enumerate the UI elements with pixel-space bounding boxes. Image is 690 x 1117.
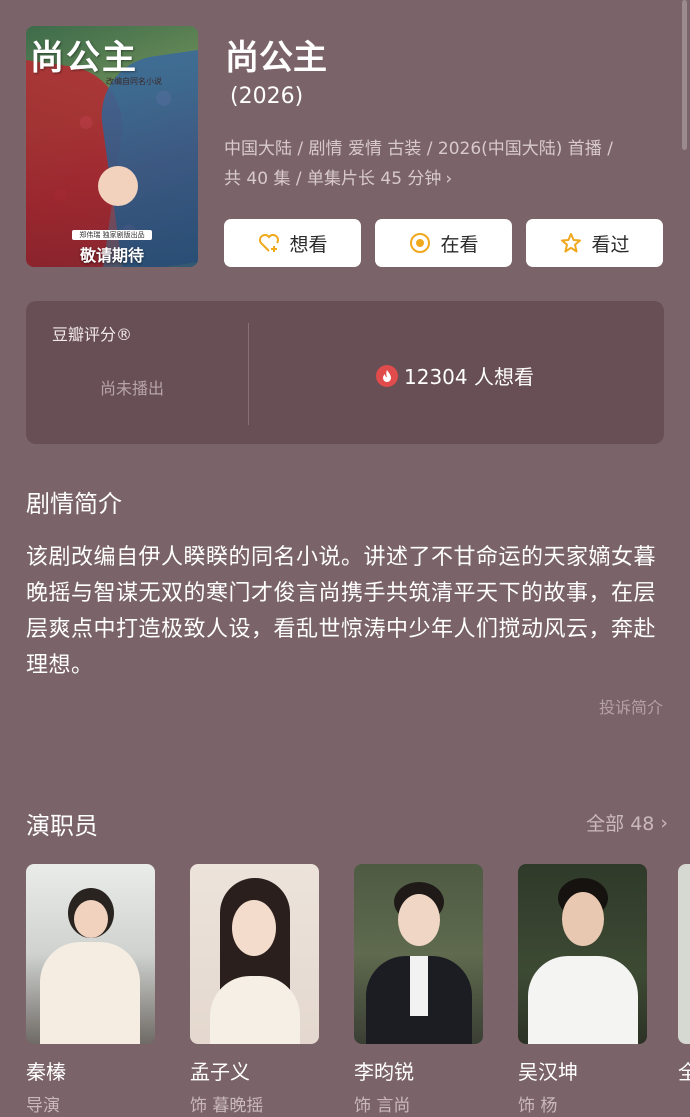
divider <box>248 323 249 425</box>
watched-button[interactable]: 看过 <box>526 219 663 267</box>
cast-photo-partial[interactable] <box>678 864 690 1044</box>
show-meta[interactable]: 中国大陆 / 剧情 爱情 古装 / 2026(中国大陆) 首播 / 共 40 集… <box>224 134 664 194</box>
cast-name: 李昀锐 <box>354 1060 414 1084</box>
cast-role: 饰 言尚 <box>354 1096 411 1116</box>
cast-photo <box>190 864 319 1044</box>
cast-name: 吴汉坤 <box>518 1060 578 1084</box>
poster-title: 尚公主 <box>30 38 138 78</box>
synopsis-heading: 剧情简介 <box>26 490 122 518</box>
meta-line-2: 共 40 集 / 单集片长 45 分钟 › <box>224 169 453 189</box>
poster-image[interactable]: 尚公主 改编自同名小说 郑伟瑞 独家剧版出品 敬请期待 <box>26 26 198 267</box>
cast-item[interactable]: 李昀锐 饰 言尚 <box>354 864 483 1116</box>
cast-role: 饰 杨 <box>518 1096 558 1116</box>
cast-item[interactable]: 孟子义 饰 暮晚摇 <box>190 864 319 1116</box>
chevron-right-icon: › <box>660 811 668 834</box>
cast-role: 饰 暮晚摇 <box>190 1096 264 1116</box>
cast-role: 导演 <box>26 1096 60 1116</box>
cast-name: 孟子义 <box>190 1060 250 1084</box>
want-count-text: 12304 人想看 <box>404 365 534 389</box>
cast-item[interactable]: 秦榛 导演 <box>26 864 155 1116</box>
heart-plus-icon <box>259 234 280 252</box>
cast-all-link[interactable]: 全部 48 › <box>586 809 668 836</box>
synopsis-text: 该剧改编自伊人睽睽的同名小说。讲述了不甘命运的天家嫡女暮晚摇与智谋无双的寒门才俊… <box>26 545 657 678</box>
flame-icon <box>376 364 398 387</box>
scrollbar[interactable] <box>682 0 687 150</box>
cast-photo <box>26 864 155 1044</box>
report-synopsis-link[interactable]: 投诉简介 <box>599 694 663 718</box>
watching-icon <box>410 233 431 253</box>
cast-photo <box>518 864 647 1044</box>
meta-line-1: 中国大陆 / 剧情 爱情 古装 / 2026(中国大陆) 首播 / <box>224 139 613 159</box>
rating-status: 尚未播出 <box>100 379 165 398</box>
want-count: 12304 人想看 <box>376 361 534 390</box>
show-title: 尚公主 <box>225 38 327 78</box>
star-icon <box>561 233 582 253</box>
want-label: 想看 <box>289 233 328 256</box>
poster-banner: 郑伟瑞 独家剧版出品 <box>72 230 152 240</box>
show-year: (2026) <box>230 84 304 109</box>
watching-button[interactable]: 在看 <box>375 219 512 267</box>
chevron-right-icon: › <box>445 169 453 189</box>
action-buttons: 想看 在看 看过 <box>224 219 663 267</box>
watching-label: 在看 <box>440 233 479 256</box>
cast-heading: 演职员 <box>26 812 98 840</box>
cast-name-partial: 全 <box>678 1060 690 1084</box>
cast-photo <box>354 864 483 1044</box>
rating-label: 豆瓣评分® <box>52 325 133 344</box>
poster-cta: 敬请期待 <box>79 246 144 265</box>
want-button[interactable]: 想看 <box>224 219 361 267</box>
cast-item[interactable]: 吴汉坤 饰 杨 <box>518 864 647 1116</box>
cast-name: 秦榛 <box>26 1060 66 1084</box>
cast-all-label: 全部 48 <box>586 813 655 835</box>
rating-card[interactable]: 豆瓣评分® 尚未播出 12304 人想看 <box>26 301 664 444</box>
cast-list: 秦榛 导演 孟子义 饰 暮晚摇 李昀锐 饰 言尚 吴汉坤 饰 杨 <box>26 864 647 1116</box>
watched-label: 看过 <box>591 233 630 256</box>
poster-subtitle: 改编自同名小说 <box>106 77 162 86</box>
